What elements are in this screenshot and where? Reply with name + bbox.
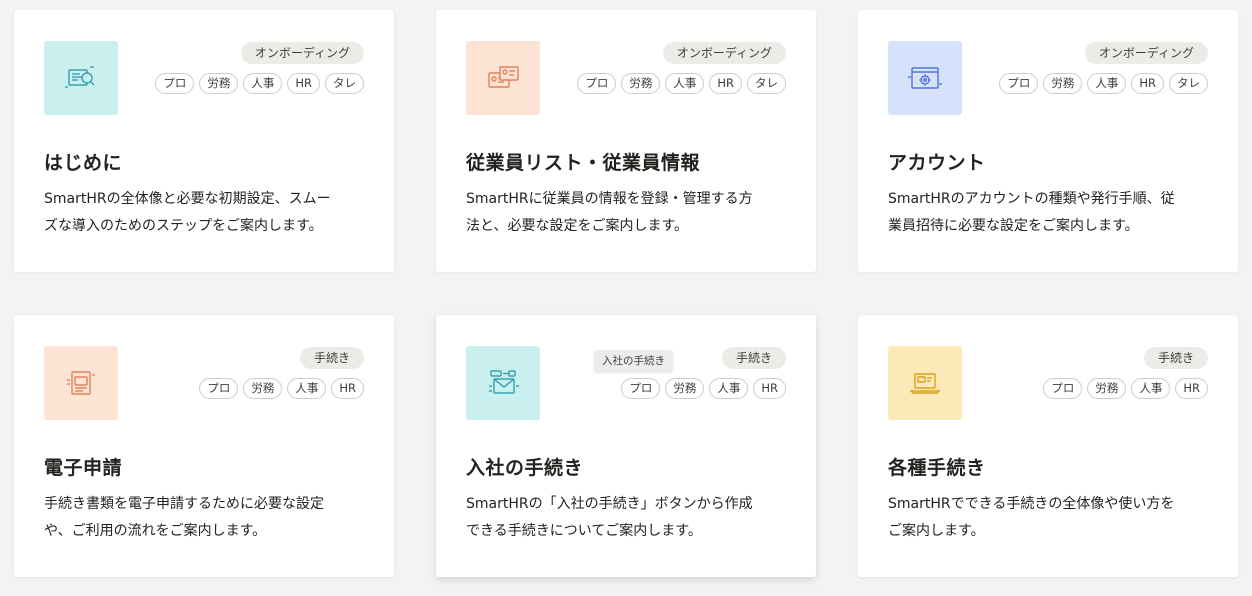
plan-chip[interactable]: HR	[1175, 378, 1208, 399]
card-description-line: ズな導入のためのステップをご案内します。	[44, 218, 323, 234]
category-badge[interactable]: 手続き	[1143, 347, 1208, 369]
card-description: SmartHRの「入社の手続き」ボタンから作成 できる手続きについてご案内します…	[466, 491, 788, 545]
card-description: SmartHRのアカウントの種類や発行手順、従 業員招待に必要な設定をご案内しま…	[888, 186, 1210, 240]
plan-chip[interactable]: 労務	[199, 73, 239, 94]
card-description-line: 手続き書類を電子申請するために必要な設定	[44, 496, 324, 512]
plan-chip[interactable]: プロ	[621, 378, 661, 399]
plan-chip[interactable]: 人事	[1131, 378, 1171, 399]
plan-chip[interactable]: 労務	[1087, 378, 1127, 399]
card-description-line: SmartHRに従業員の情報を登録・管理する方	[466, 191, 753, 207]
plan-chip[interactable]: 労務	[621, 73, 661, 94]
plan-chip[interactable]: 労務	[243, 378, 283, 399]
plan-chip[interactable]: プロ	[155, 73, 195, 94]
plan-chip[interactable]: プロ	[1043, 378, 1083, 399]
tag-group: 手続き プロ 労務 人事 HR	[1043, 347, 1208, 399]
tag-group: 手続き プロ 労務 人事 HR	[621, 347, 786, 399]
plan-chip[interactable]: プロ	[999, 73, 1039, 94]
card-description: SmartHRでできる手続きの全体像や使い方を ご案内します。	[888, 491, 1210, 545]
card-description-line: 業員招待に必要な設定をご案内します。	[888, 218, 1139, 234]
category-badge[interactable]: 手続き	[721, 347, 786, 369]
plan-chips: プロ 労務 人事 HR タレ	[155, 73, 364, 94]
card-title: 従業員リスト・従業員情報	[466, 152, 701, 174]
card-title: 電子申請	[44, 457, 123, 479]
plan-chip[interactable]: 労務	[1043, 73, 1083, 94]
card-description-line: や、ご利用の流れをご案内します。	[44, 523, 267, 539]
card-description-line: SmartHRのアカウントの種類や発行手順、従	[888, 191, 1175, 207]
category-badge[interactable]: オンボーディング	[240, 42, 364, 64]
category-badge[interactable]: 手続き	[299, 347, 364, 369]
digital-document-icon	[44, 346, 118, 420]
tag-group: オンボーディング プロ 労務 人事 HR タレ	[999, 42, 1208, 94]
card-hajimeni[interactable]: オンボーディング プロ 労務 人事 HR タレ はじめに SmartHRの全体像…	[14, 10, 394, 272]
card-description-line: SmartHRの「入社の手続き」ボタンから作成	[466, 496, 753, 512]
plan-chip[interactable]: 人事	[287, 378, 327, 399]
plan-chip[interactable]: 人事	[709, 378, 749, 399]
tag-group: 手続き プロ 労務 人事 HR	[199, 347, 364, 399]
plan-chip[interactable]: プロ	[199, 378, 239, 399]
plan-chips: プロ 労務 人事 HR	[621, 378, 786, 399]
plan-chip[interactable]: 人事	[1087, 73, 1127, 94]
card-title: アカウント	[888, 152, 986, 174]
category-badge[interactable]: オンボーディング	[662, 42, 786, 64]
plan-chip[interactable]: プロ	[577, 73, 617, 94]
card-title: 各種手続き	[888, 457, 986, 479]
card-description: 手続き書類を電子申請するために必要な設定 や、ご利用の流れをご案内します。	[44, 491, 366, 545]
plan-chip[interactable]: 人事	[243, 73, 283, 94]
card-kakushu-tetsuzuki[interactable]: 手続き プロ 労務 人事 HR 各種手続き SmartHRでできる手続きの全体像…	[858, 315, 1238, 577]
card-title: はじめに	[44, 152, 123, 174]
tag-group: オンボーディング プロ 労務 人事 HR タレ	[577, 42, 786, 94]
plan-chips: プロ 労務 人事 HR	[1043, 378, 1208, 399]
plan-chips: プロ 労務 人事 HR	[199, 378, 364, 399]
plan-chip[interactable]: HR	[287, 73, 320, 94]
plan-chip[interactable]: 労務	[665, 378, 705, 399]
card-description-line: ご案内します。	[888, 523, 985, 539]
card-description-line: 法と、必要な設定をご案内します。	[466, 218, 689, 234]
card-denshi-shinsei[interactable]: 手続き プロ 労務 人事 HR 電子申請 手続き書類を電子申請するために必要な設…	[14, 315, 394, 577]
plan-chip[interactable]: HR	[753, 378, 786, 399]
card-description-line: SmartHRの全体像と必要な初期設定、スムー	[44, 191, 331, 207]
employee-cards-icon	[466, 41, 540, 115]
laptop-icon	[888, 346, 962, 420]
plan-chip[interactable]: タレ	[747, 73, 786, 94]
card-nyusha-tetsuzuki[interactable]: 入社の手続き 手続き プロ 労務 人事 HR 入社の手続き SmartHRの「入…	[436, 315, 816, 577]
plan-chip[interactable]: 人事	[665, 73, 705, 94]
card-description-line: できる手続きについてご案内します。	[466, 523, 702, 539]
tag-group: オンボーディング プロ 労務 人事 HR タレ	[155, 42, 364, 94]
plan-chips: プロ 労務 人事 HR タレ	[577, 73, 786, 94]
plan-chip[interactable]: HR	[1131, 73, 1164, 94]
document-search-icon	[44, 41, 118, 115]
plan-chip[interactable]: HR	[331, 378, 364, 399]
plan-chip[interactable]: タレ	[325, 73, 364, 94]
card-account[interactable]: オンボーディング プロ 労務 人事 HR タレ アカウント SmartHRのアカ…	[858, 10, 1238, 272]
plan-chip[interactable]: HR	[709, 73, 742, 94]
mail-envelope-icon	[466, 346, 540, 420]
card-description-line: SmartHRでできる手続きの全体像や使い方を	[888, 496, 1175, 512]
card-title: 入社の手続き	[466, 457, 584, 479]
card-employee-list[interactable]: オンボーディング プロ 労務 人事 HR タレ 従業員リスト・従業員情報 Sma…	[436, 10, 816, 272]
plan-chips: プロ 労務 人事 HR タレ	[999, 73, 1208, 94]
card-description: SmartHRの全体像と必要な初期設定、スムー ズな導入のためのステップをご案内…	[44, 186, 366, 240]
browser-gear-icon	[888, 41, 962, 115]
category-badge[interactable]: オンボーディング	[1084, 42, 1208, 64]
card-description: SmartHRに従業員の情報を登録・管理する方 法と、必要な設定をご案内します。	[466, 186, 788, 240]
plan-chip[interactable]: タレ	[1169, 73, 1208, 94]
